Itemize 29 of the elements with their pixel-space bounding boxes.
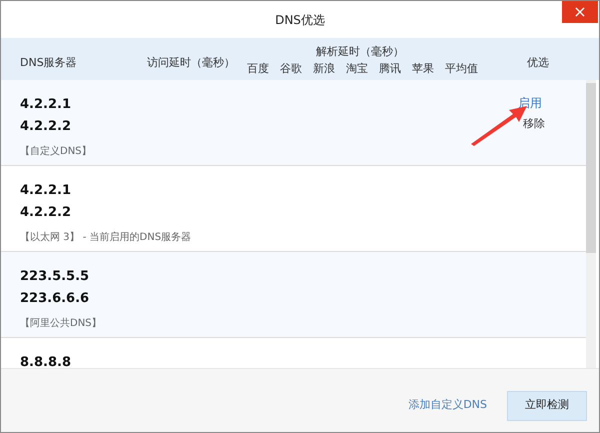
dns-row[interactable]: 223.5.5.5 223.6.6.6 【阿里公共DNS】 [1, 252, 586, 338]
column-header: 苹果 [412, 61, 435, 77]
ip-address: 4.2.2.1 [20, 182, 71, 200]
add-custom-dns-link[interactable]: 添加自定义DNS [408, 397, 487, 414]
detect-now-button[interactable]: 立即检测 [507, 390, 587, 420]
column-header: 解析延时（毫秒） [316, 44, 404, 60]
scrollbar-thumb[interactable] [586, 83, 596, 253]
column-header: 腾讯 [379, 61, 402, 77]
column-header: 百度 [247, 61, 270, 77]
remove-link[interactable]: 移除 [515, 116, 545, 132]
ip-address: 4.2.2.2 [20, 118, 71, 136]
dns-note: 【自定义DNS】 [20, 144, 92, 159]
column-header: DNS服务器 [20, 55, 77, 71]
ip-address: 4.2.2.1 [20, 96, 71, 114]
dns-note: 【阿里公共DNS】 [20, 316, 102, 331]
column-header: 平均值 [445, 61, 478, 77]
column-header: 优选 [527, 55, 549, 71]
close-button[interactable]: × [562, 1, 598, 23]
dns-note: 【以太网 3】 - 当前启用的DNS服务器 [20, 230, 192, 245]
ip-address: 223.5.5.5 [20, 268, 90, 286]
ip-address: 223.6.6.6 [20, 290, 90, 308]
ip-address: 8.8.8.8 [20, 354, 71, 368]
column-header: 谷歌 [280, 61, 303, 77]
column-header: 新浪 [313, 61, 336, 77]
column-header: 访问延时（毫秒） [147, 55, 235, 71]
window-title: DNS优选 [275, 12, 325, 28]
column-header: 淘宝 [346, 61, 369, 77]
ip-address: 4.2.2.2 [20, 204, 71, 222]
scrollbar[interactable] [586, 80, 596, 368]
